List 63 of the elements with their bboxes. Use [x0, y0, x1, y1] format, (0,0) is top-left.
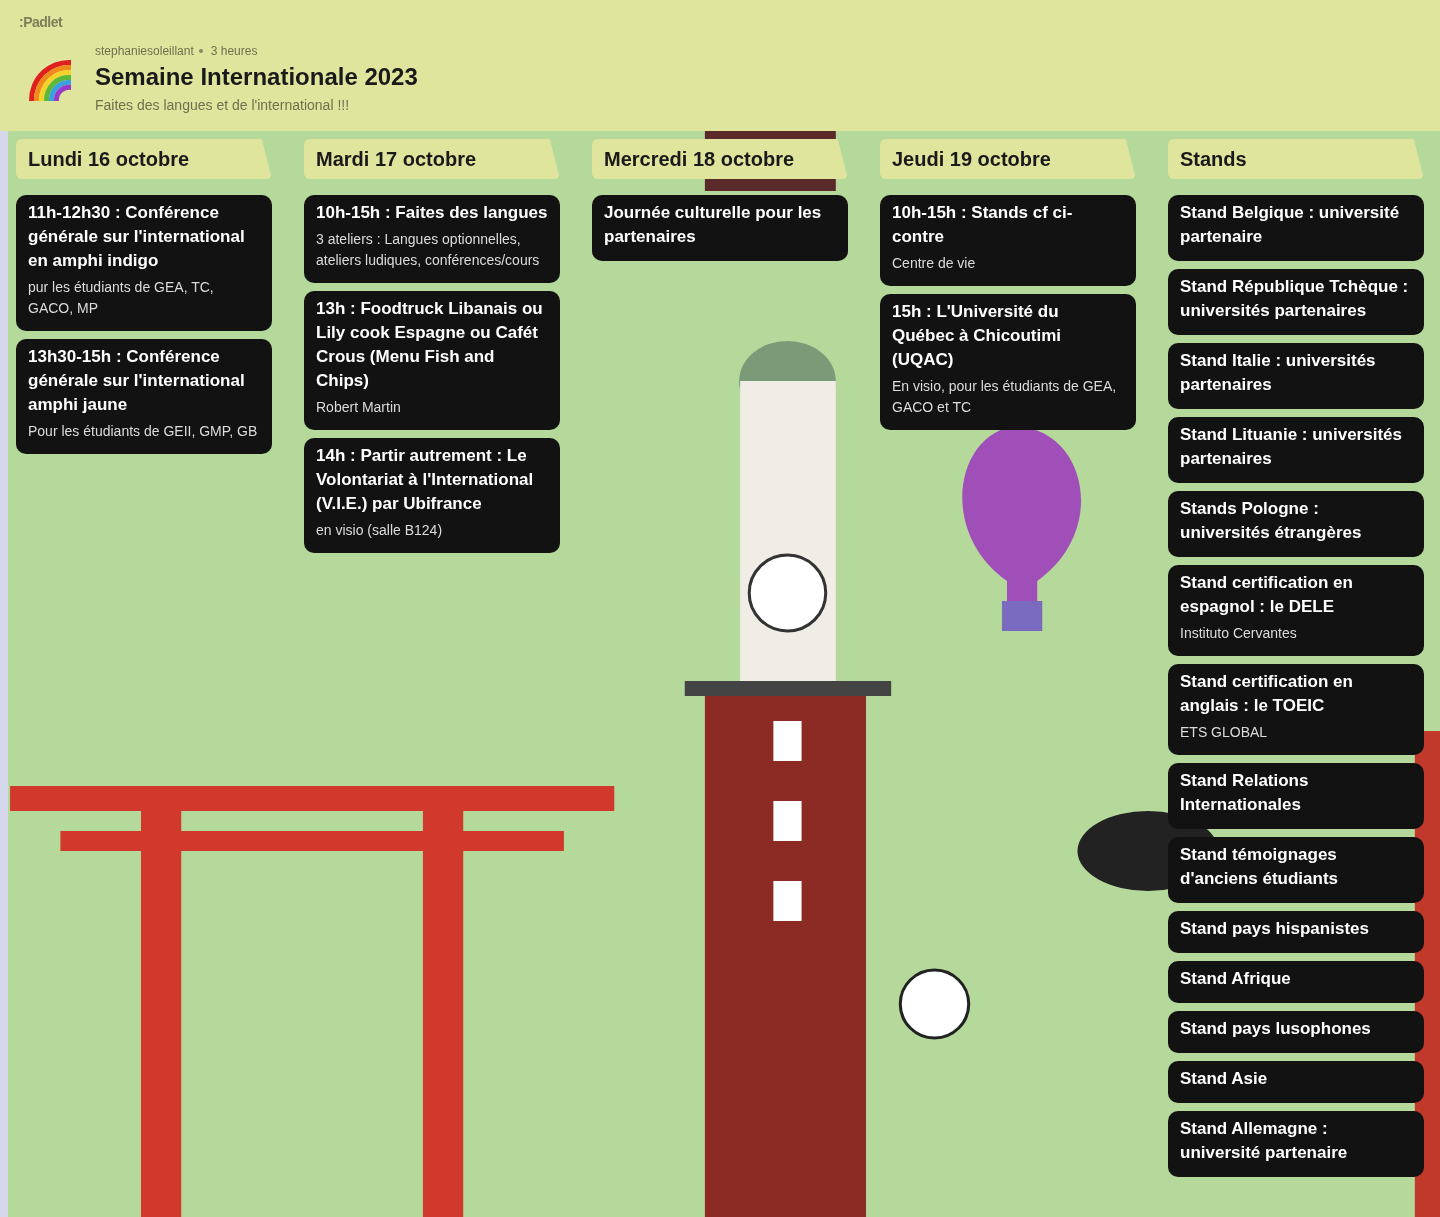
post-card[interactable]: 11h-12h30 : Conférence générale sur l'international en amphi indigo pur les étudiants de GEA, TC, GACO, MP [16, 195, 272, 331]
post-card[interactable]: 15h : L'Université du Québec à Chicoutimi (UQAC) En visio, pour les étudiants de GEA, GACO et TC [880, 294, 1136, 430]
column-title: Jeudi 19 octobre [880, 139, 1136, 179]
post-title: 11h-12h30 : Conférence générale sur l'international en amphi indigo [28, 202, 246, 272]
post-title: Stand Asie [1180, 1068, 1269, 1090]
post-title: Journée culturelle pour les partenaires [604, 202, 823, 248]
post-title: Stand Italie : universités partenaires [1180, 350, 1377, 396]
post-title: Stand pays hispanistes [1180, 918, 1370, 940]
post-card[interactable]: 14h : Partir autrement : Le Volontariat à l'International (V.I.E.) par Ubifrance en visio (salle B124) [304, 438, 560, 553]
post-card[interactable]: Stand certification en anglais : le TOEIC ETS GLOBAL [1168, 664, 1424, 755]
post-body: Pour les étudiants de GEII, GMP, GB [28, 422, 259, 441]
post-title: Stand Allemagne : université partenaire [1180, 1118, 1349, 1164]
post-card[interactable]: Stand pays hispanistes [1168, 911, 1424, 953]
post-body: ETS GLOBAL [1180, 723, 1269, 742]
post-title: Stand Lituanie : universités partenaires [1180, 424, 1403, 470]
post-card[interactable]: 13h30-15h : Conférence générale sur l'international amphi jaune Pour les étudiants de GEII, GMP, GB [16, 339, 272, 454]
post-title: 10h-15h : Stands cf ci-contre [892, 202, 1074, 248]
post-body: Robert Martin [316, 398, 402, 417]
post-card[interactable]: Stand certification en espagnol : le DELE Instituto Cervantes [1168, 565, 1424, 656]
post-title: 14h : Partir autrement : Le Volontariat à l'International (V.I.E.) par Ubifrance [316, 445, 535, 515]
post-body: en visio (salle B124) [316, 521, 444, 540]
board-description: Faites des langues et de l'international !!! [95, 97, 351, 113]
post-title: 15h : L'Université du Québec à Chicoutimi (UQAC) [892, 301, 1063, 371]
column-title: Mercredi 18 octobre [592, 139, 848, 179]
post-card[interactable]: Stand pays lusophones [1168, 1011, 1424, 1053]
separator-dot [198, 49, 203, 53]
post-card[interactable]: Stand Asie [1168, 1061, 1424, 1103]
post-title: Stand témoignages d'anciens étudiants [1180, 844, 1340, 890]
column-title: Lundi 16 octobre [16, 139, 272, 179]
post-title: Stand pays lusophones [1180, 1018, 1372, 1040]
board-title: Semaine Internationale 2023 [95, 63, 418, 91]
post-card[interactable]: Stand Relations Internationales [1168, 763, 1424, 829]
post-card[interactable]: Stand Lituanie : universités partenaires [1168, 417, 1424, 483]
post-card[interactable]: Stand témoignages d'anciens étudiants [1168, 837, 1424, 903]
post-card[interactable]: Stand Allemagne : université partenaire [1168, 1111, 1424, 1177]
post-body: Centre de vie [892, 254, 977, 273]
author-name[interactable]: stephaniesoleillant [95, 44, 194, 58]
post-card[interactable]: Journée culturelle pour les partenaires [592, 195, 848, 261]
post-card[interactable]: Stand Belgique : université partenaire [1168, 195, 1424, 261]
post-body: Instituto Cervantes [1180, 624, 1298, 643]
post-title: Stand Afrique [1180, 968, 1292, 990]
post-title: Stand certification en anglais : le TOEIC [1180, 671, 1354, 717]
post-card[interactable]: Stand Italie : universités partenaires [1168, 343, 1424, 409]
post-card[interactable]: 10h-15h : Faites des langues 3 ateliers : Langues optionnelles, ateliers ludiques, conférences/cours [304, 195, 560, 283]
post-time: 3 heures [210, 44, 258, 58]
post-title: 13h30-15h : Conférence générale sur l'international amphi jaune [28, 346, 246, 416]
post-card[interactable]: 13h : Foodtruck Libanais ou Lily cook Espagne ou Cafét Crous (Menu Fish and Chips) Robert Martin [304, 291, 560, 430]
post-title: Stand Relations Internationales [1180, 770, 1310, 816]
post-card[interactable]: Stands Pologne : universités étrangères [1168, 491, 1424, 557]
post-title: Stands Pologne : universités étrangères [1180, 498, 1363, 544]
post-title: 10h-15h : Faites des langues [316, 202, 548, 224]
post-body: En visio, pour les étudiants de GEA, GACO et TC [892, 377, 1118, 417]
column-title: Mardi 17 octobre [304, 139, 560, 179]
post-title: Stand Belgique : université partenaire [1180, 202, 1401, 248]
post-title: 13h : Foodtruck Libanais ou Lily cook Espagne ou Cafét Crous (Menu Fish and Chips) [316, 298, 544, 392]
post-title: Stand certification en espagnol : le DELE [1180, 572, 1354, 618]
post-body: pur les étudiants de GEA, TC, GACO, MP [28, 278, 215, 318]
column-title: Stands [1168, 139, 1424, 179]
post-card[interactable]: Stand Afrique [1168, 961, 1424, 1003]
post-title: Stand République Tchèque : universités partenaires [1180, 276, 1410, 322]
post-card[interactable]: 10h-15h : Stands cf ci-contre Centre de vie [880, 195, 1136, 286]
post-card[interactable]: Stand République Tchèque : universités partenaires [1168, 269, 1424, 335]
post-body: 3 ateliers : Langues optionnelles, ateliers ludiques, conférences/cours [316, 230, 541, 270]
